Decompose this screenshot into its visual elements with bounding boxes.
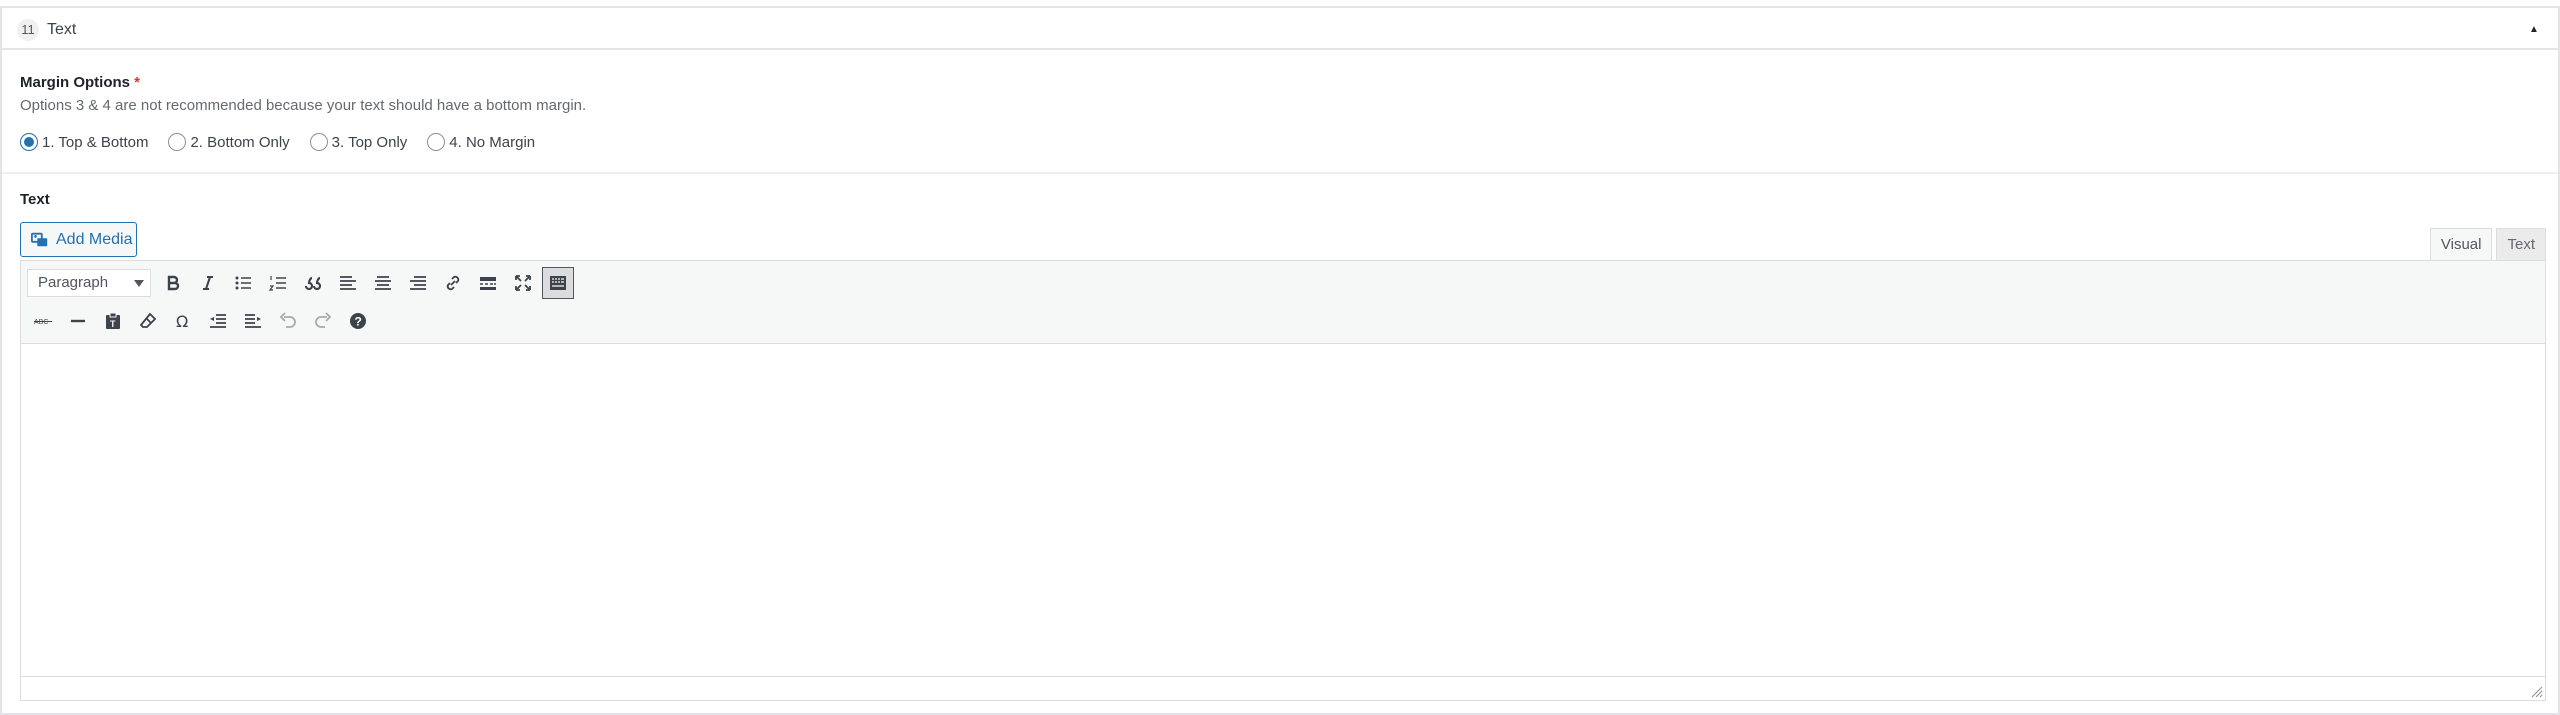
editor-content-area[interactable] — [21, 345, 2545, 676]
format-select-value: Paragraph — [38, 274, 109, 291]
required-mark: * — [134, 74, 141, 91]
toolbar-toggle-icon — [550, 276, 566, 290]
margin-options-field: Margin Options * Options 3 & 4 are not r… — [2, 52, 2558, 174]
indent-button[interactable] — [237, 305, 269, 337]
link-button[interactable] — [437, 267, 469, 299]
toolbar-row-1: Paragraph — [27, 267, 577, 299]
align-left-icon — [340, 276, 356, 290]
layout-title: Text — [47, 21, 77, 38]
special-character-icon: Ω — [176, 312, 188, 331]
read-more-button[interactable] — [472, 267, 504, 299]
radio-no-margin[interactable]: 4. No Margin — [427, 133, 535, 151]
fullscreen-button[interactable] — [507, 267, 539, 299]
toolbar-row-2: ABC T Ω ? — [27, 305, 377, 337]
svg-text:ABC: ABC — [34, 319, 48, 326]
radio-label: 1. Top & Bottom — [42, 133, 149, 151]
outdent-button[interactable] — [202, 305, 234, 337]
text-field: Text Add Media Visual Text Paragraph ABC… — [2, 176, 2558, 715]
clear-formatting-icon — [139, 312, 157, 328]
tab-text[interactable]: Text — [2496, 228, 2546, 260]
horizontal-line-icon — [71, 319, 85, 323]
editor-toolbar: Paragraph ABC T Ω ? — [21, 261, 2545, 344]
radio-top-only[interactable]: 3. Top Only — [309, 133, 408, 151]
italic-icon — [203, 276, 213, 290]
margin-radio-group: 1. Top & Bottom 2. Bottom Only 3. Top On… — [20, 130, 535, 154]
read-more-icon — [480, 277, 496, 290]
indent-icon — [245, 314, 261, 328]
redo-button[interactable] — [307, 305, 339, 337]
margin-options-label-text: Margin Options — [20, 74, 130, 91]
text-field-label: Text — [20, 191, 50, 208]
svg-text:?: ? — [355, 315, 362, 329]
bullet-list-icon — [235, 276, 251, 290]
blockquote-icon — [304, 276, 322, 291]
svg-text:T: T — [110, 319, 116, 329]
format-select[interactable]: Paragraph — [27, 269, 151, 297]
resize-handle-icon[interactable] — [2529, 684, 2543, 698]
editor-statusbar — [21, 676, 2545, 700]
paste-text-button[interactable]: T — [97, 305, 129, 337]
svg-text:Ω: Ω — [176, 312, 188, 331]
undo-icon — [279, 312, 296, 328]
margin-options-label: Margin Options * — [20, 73, 140, 93]
bold-icon — [167, 275, 180, 291]
dropdown-caret-icon — [134, 280, 144, 287]
toolbar-toggle-button[interactable] — [542, 267, 574, 299]
radio-button[interactable] — [309, 133, 328, 151]
layout-header[interactable]: 11 Text ▲ — [2, 8, 2558, 50]
special-character-button[interactable]: Ω — [167, 305, 199, 337]
collapse-toggle-icon[interactable]: ▲ — [2524, 20, 2544, 40]
radio-button[interactable] — [427, 133, 446, 151]
italic-button[interactable] — [192, 267, 224, 299]
redo-icon — [315, 312, 332, 328]
align-left-button[interactable] — [332, 267, 364, 299]
add-media-icon — [31, 232, 48, 247]
radio-label: 3. Top Only — [331, 133, 408, 151]
radio-button[interactable] — [168, 133, 187, 151]
numbered-list-button[interactable] — [262, 267, 294, 299]
bullet-list-button[interactable] — [227, 267, 259, 299]
undo-button[interactable] — [272, 305, 304, 337]
add-media-label: Add Media — [56, 231, 133, 248]
radio-button[interactable] — [20, 133, 38, 151]
align-center-icon — [375, 276, 391, 290]
tab-visual[interactable]: Visual — [2429, 228, 2493, 261]
help-button[interactable]: ? — [342, 305, 374, 337]
align-right-icon — [410, 276, 426, 290]
margin-options-description: Options 3 & 4 are not recommended becaus… — [20, 97, 587, 114]
numbered-list-icon — [268, 276, 286, 291]
wysiwyg-editor: Paragraph ABC T Ω ? — [20, 260, 2546, 701]
flexible-layout-panel: 11 Text ▲ Margin Options * Options 3 & 4… — [0, 6, 2560, 715]
layout-index-badge: 11 — [17, 19, 39, 41]
radio-bottom-only[interactable]: 2. Bottom Only — [168, 133, 290, 151]
radio-label: 4. No Margin — [449, 133, 536, 151]
link-icon — [446, 275, 460, 291]
outdent-icon — [210, 314, 226, 328]
help-icon: ? — [350, 313, 366, 329]
clear-formatting-button[interactable] — [132, 305, 164, 337]
align-right-button[interactable] — [402, 267, 434, 299]
radio-label: 2. Bottom Only — [190, 133, 290, 151]
strikethrough-button[interactable]: ABC — [27, 305, 59, 337]
paste-text-icon: T — [106, 312, 120, 329]
horizontal-line-button[interactable] — [62, 305, 94, 337]
fullscreen-icon — [515, 275, 531, 291]
align-center-button[interactable] — [367, 267, 399, 299]
editor-tabs: Visual Text — [2429, 228, 2546, 261]
bold-button[interactable] — [157, 267, 189, 299]
blockquote-button[interactable] — [297, 267, 329, 299]
strikethrough-icon: ABC — [34, 319, 52, 326]
radio-top-bottom[interactable]: 1. Top & Bottom — [20, 133, 148, 151]
add-media-button[interactable]: Add Media — [20, 222, 137, 257]
